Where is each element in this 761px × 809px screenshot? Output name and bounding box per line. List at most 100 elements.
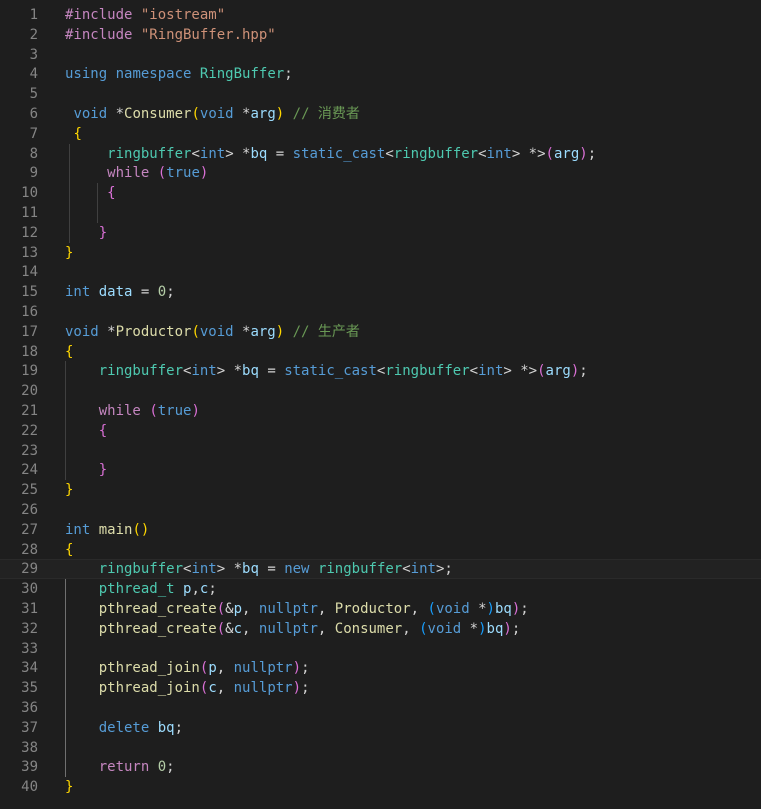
line-number[interactable]: 2	[0, 25, 38, 45]
code-line[interactable]: 26	[0, 500, 761, 520]
line-number[interactable]: 3	[0, 45, 38, 65]
code-line[interactable]: 2 #include "RingBuffer.hpp"	[0, 25, 761, 45]
line-code[interactable]: }	[65, 460, 107, 480]
line-number[interactable]: 29	[0, 559, 38, 579]
line-number[interactable]: 14	[0, 262, 38, 282]
line-number[interactable]: 1	[0, 5, 38, 25]
line-number[interactable]: 25	[0, 480, 38, 500]
line-code[interactable]: ringbuffer<int> *bq = static_cast<ringbu…	[65, 361, 588, 381]
line-number[interactable]: 12	[0, 223, 38, 243]
code-line[interactable]: 7 {	[0, 124, 761, 144]
code-line[interactable]: 33	[0, 639, 761, 659]
line-number[interactable]: 33	[0, 639, 38, 659]
line-code[interactable]: #include "RingBuffer.hpp"	[65, 25, 276, 45]
line-code[interactable]: pthread_join(p, nullptr);	[65, 658, 310, 678]
code-line[interactable]: 27 int main()	[0, 520, 761, 540]
line-code[interactable]: #include "iostream"	[65, 5, 225, 25]
code-line[interactable]: 1 #include "iostream"	[0, 5, 761, 25]
code-line[interactable]: 13}	[0, 243, 761, 263]
code-line[interactable]: 21 while (true)	[0, 401, 761, 421]
line-number[interactable]: 37	[0, 718, 38, 738]
line-number[interactable]: 32	[0, 619, 38, 639]
code-line[interactable]: 39 return 0;	[0, 757, 761, 777]
line-code[interactable]: pthread_t p,c;	[65, 579, 217, 599]
line-code[interactable]: int data = 0;	[65, 282, 175, 302]
line-code[interactable]: }	[65, 243, 73, 263]
line-number[interactable]: 19	[0, 361, 38, 381]
code-line[interactable]: 31 pthread_create(&p, nullptr, Productor…	[0, 599, 761, 619]
line-number[interactable]: 30	[0, 579, 38, 599]
line-number[interactable]: 9	[0, 163, 38, 183]
code-line[interactable]: 25}	[0, 480, 761, 500]
line-number[interactable]: 31	[0, 599, 38, 619]
line-number[interactable]: 13	[0, 243, 38, 263]
line-code[interactable]: delete bq;	[65, 718, 183, 738]
line-number[interactable]: 8	[0, 144, 38, 164]
code-line[interactable]: 16	[0, 302, 761, 322]
line-number[interactable]: 27	[0, 520, 38, 540]
line-number[interactable]: 5	[0, 84, 38, 104]
line-code[interactable]: ringbuffer<int> *bq = static_cast<ringbu…	[65, 144, 596, 164]
code-line[interactable]: 12 }	[0, 223, 761, 243]
code-line[interactable]: 36	[0, 698, 761, 718]
code-editor[interactable]: 1 #include "iostream" 2 #include "RingBuffe…	[0, 0, 761, 809]
line-code[interactable]: }	[65, 480, 73, 500]
line-code[interactable]: {	[65, 540, 73, 560]
line-number[interactable]: 23	[0, 441, 38, 461]
code-line[interactable]: 14	[0, 262, 761, 282]
code-line[interactable]: 30 pthread_t p,c;	[0, 579, 761, 599]
code-line[interactable]: 4 using namespace RingBuffer;	[0, 64, 761, 84]
code-line[interactable]: 3	[0, 45, 761, 65]
line-code[interactable]: pthread_create(&p, nullptr, Productor, (…	[65, 599, 529, 619]
code-line[interactable]: 28 {	[0, 540, 761, 560]
code-line[interactable]: 24 }	[0, 460, 761, 480]
code-line[interactable]: 9 while (true)	[0, 163, 761, 183]
code-line[interactable]: 38	[0, 738, 761, 758]
line-number[interactable]: 39	[0, 757, 38, 777]
code-line[interactable]: 37 delete bq;	[0, 718, 761, 738]
line-number[interactable]: 35	[0, 678, 38, 698]
code-line[interactable]: 11	[0, 203, 761, 223]
line-number[interactable]: 11	[0, 203, 38, 223]
line-number[interactable]: 40	[0, 777, 38, 797]
code-line[interactable]: 17 void *Productor(void *arg) // 生产者	[0, 322, 761, 342]
line-number[interactable]: 15	[0, 282, 38, 302]
line-number[interactable]: 26	[0, 500, 38, 520]
line-code[interactable]: while (true)	[65, 163, 208, 183]
code-line[interactable]: 15 int data = 0;	[0, 282, 761, 302]
line-code[interactable]: ringbuffer<int> *bq = new ringbuffer<int…	[65, 559, 453, 579]
line-number[interactable]: 34	[0, 658, 38, 678]
code-line[interactable]: 20	[0, 381, 761, 401]
code-line[interactable]: 32 pthread_create(&c, nullptr, Consumer,…	[0, 619, 761, 639]
code-line[interactable]: 5	[0, 84, 761, 104]
line-code[interactable]: int main()	[65, 520, 149, 540]
code-line[interactable]: 10 {	[0, 183, 761, 203]
line-code[interactable]: pthread_join(c, nullptr);	[65, 678, 310, 698]
line-number[interactable]: 22	[0, 421, 38, 441]
code-line[interactable]: 22 {	[0, 421, 761, 441]
code-line[interactable]: 35 pthread_join(c, nullptr);	[0, 678, 761, 698]
line-number[interactable]: 20	[0, 381, 38, 401]
line-code[interactable]: pthread_create(&c, nullptr, Consumer, (v…	[65, 619, 521, 639]
line-number[interactable]: 7	[0, 124, 38, 144]
line-code[interactable]: return 0;	[65, 757, 175, 777]
code-line[interactable]: 29 ringbuffer<int> *bq = new ringbuffer<…	[0, 559, 761, 580]
line-number[interactable]: 18	[0, 342, 38, 362]
line-number[interactable]: 21	[0, 401, 38, 421]
line-number[interactable]: 10	[0, 183, 38, 203]
line-number[interactable]: 36	[0, 698, 38, 718]
code-line[interactable]: 6 void *Consumer(void *arg) // 消费者	[0, 104, 761, 124]
code-line[interactable]: 8 ringbuffer<int> *bq = static_cast<ring…	[0, 144, 761, 164]
line-code[interactable]: using namespace RingBuffer;	[65, 64, 293, 84]
code-line[interactable]: 19 ringbuffer<int> *bq = static_cast<rin…	[0, 361, 761, 381]
line-code[interactable]: void *Productor(void *arg) // 生产者	[65, 322, 360, 342]
line-number[interactable]: 16	[0, 302, 38, 322]
line-number[interactable]: 17	[0, 322, 38, 342]
code-line[interactable]: 40}	[0, 777, 761, 797]
line-code[interactable]: void *Consumer(void *arg) // 消费者	[65, 104, 360, 124]
line-number[interactable]: 6	[0, 104, 38, 124]
line-code[interactable]: while (true)	[65, 401, 200, 421]
line-code[interactable]: }	[65, 223, 107, 243]
code-line[interactable]: 18 {	[0, 342, 761, 362]
line-code[interactable]: {	[65, 421, 107, 441]
